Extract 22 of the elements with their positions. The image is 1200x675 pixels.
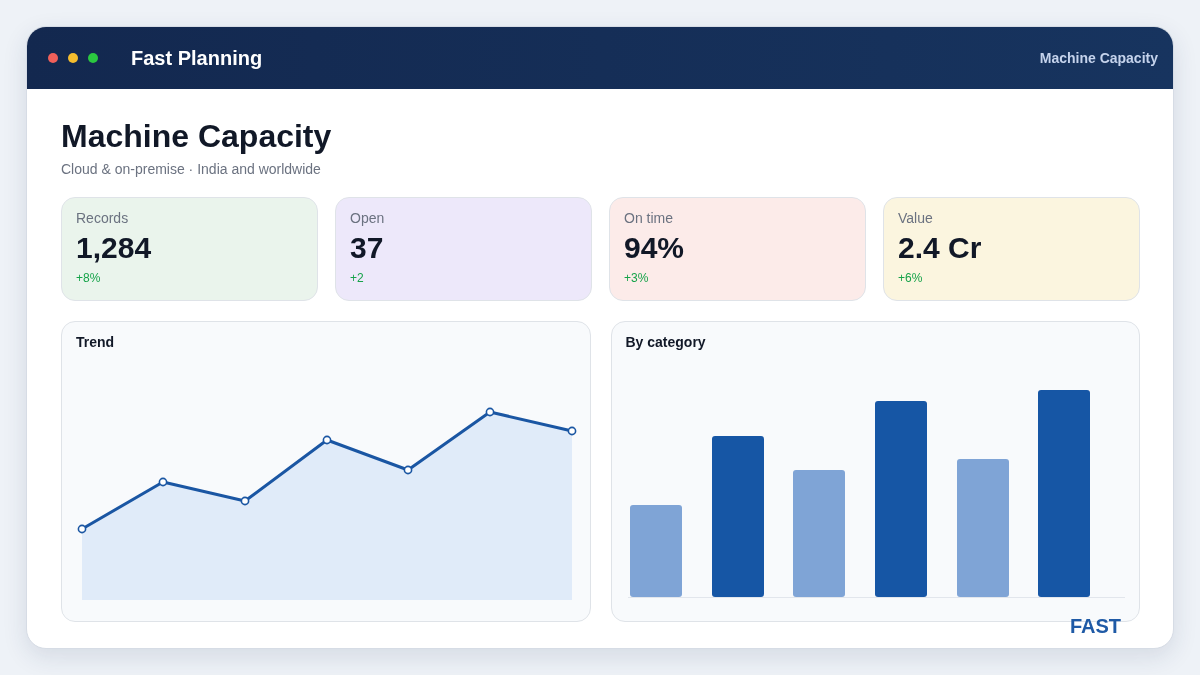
stat-value: 2.4 Cr xyxy=(898,230,982,266)
stat-label: Open xyxy=(350,209,385,228)
app-title: Fast Planning xyxy=(131,46,263,70)
stat-change: +6% xyxy=(898,270,923,286)
stat-change: +8% xyxy=(76,270,101,286)
stat-value: 37 xyxy=(350,230,384,266)
stat-label: Value xyxy=(898,209,933,228)
page-title: Machine Capacity xyxy=(61,117,333,155)
stat-change: +2 xyxy=(350,270,364,286)
stat-label: Records xyxy=(76,209,129,228)
panel-title: Trend xyxy=(76,333,115,352)
header-page-label: Machine Capacity xyxy=(1039,49,1158,67)
stat-value: 1,284 xyxy=(76,230,152,266)
stat-change: +3% xyxy=(624,270,649,286)
window-close-icon[interactable] xyxy=(48,53,58,63)
stat-value: 94% xyxy=(624,230,685,266)
panel-title: By category xyxy=(625,333,706,352)
window-zoom-icon[interactable] xyxy=(88,53,98,63)
brand-logo: FAST xyxy=(1069,614,1121,638)
page-subtitle: Cloud & on-premise · India and worldwide xyxy=(61,160,322,179)
window-minimize-icon[interactable] xyxy=(68,53,78,63)
stat-label: On time xyxy=(624,209,673,228)
